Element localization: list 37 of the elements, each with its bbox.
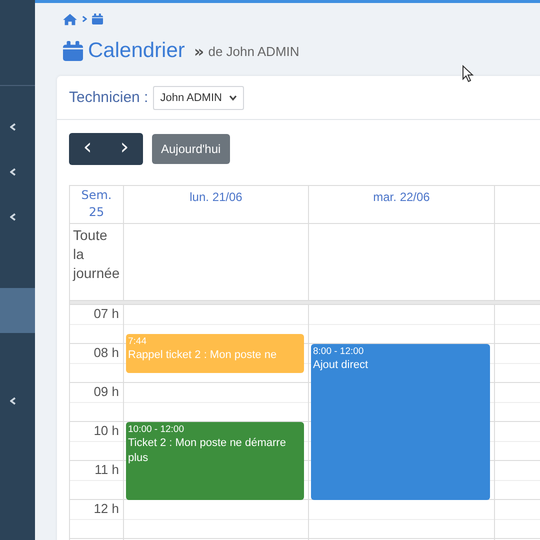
hour-label: 11 h xyxy=(94,461,119,479)
chevron-right-icon xyxy=(82,15,87,23)
technician-dropdown[interactable]: John ADMIN xyxy=(153,86,244,110)
chevron-icon[interactable] xyxy=(10,396,16,404)
hour-label: 09 h xyxy=(94,383,119,401)
calendar-icon xyxy=(63,41,83,61)
calendar-event[interactable]: 10:00 - 12:00 Ticket 2 : Mon poste ne démarre plus xyxy=(126,422,304,500)
event-title: Ajout direct xyxy=(313,358,370,373)
home-icon[interactable] xyxy=(63,12,77,26)
day-column[interactable]: 8:00 - 12:00 Ajout direct xyxy=(309,305,495,540)
hour-label: 08 h xyxy=(94,344,119,362)
day-header[interactable]: lun. 21/06 xyxy=(124,186,309,224)
page-subtitle: de John ADMIN xyxy=(208,44,300,58)
chevron-icon[interactable] xyxy=(10,168,16,176)
next-button[interactable]: › xyxy=(106,133,143,165)
calendar-icon[interactable] xyxy=(92,13,103,25)
event-time: 8:00 - 12:00 xyxy=(313,345,365,358)
chevron-icon[interactable] xyxy=(10,212,16,220)
event-time: 10:00 - 12:00 xyxy=(128,423,185,436)
week-number: Sem. 25 xyxy=(70,186,124,224)
previous-button[interactable]: ‹ xyxy=(69,133,106,165)
page-title: Calendrier xyxy=(88,39,185,63)
chevron-icon[interactable] xyxy=(10,122,16,130)
day-header[interactable]: mar. 22/06 xyxy=(309,186,495,224)
event-title: Rappel ticket 2 : Mon poste ne xyxy=(128,348,278,363)
event-time: 7:44 xyxy=(128,334,148,348)
caret-icon xyxy=(228,94,237,100)
double-chevron-text: » xyxy=(194,42,204,60)
field-label: Technicien : xyxy=(69,89,148,106)
day-column[interactable]: 7:44 Rappel ticket 2 : Mon poste ne 10:00 - 12:00 Ticket 2 : Mon poste ne démarre plus xyxy=(124,305,309,540)
hour-label: 07 h xyxy=(94,305,119,323)
event-title: Ticket 2 : Mon poste ne démarre plus xyxy=(128,436,287,466)
sidebar-item[interactable] xyxy=(0,288,35,333)
hour-label: 10 h xyxy=(94,422,119,440)
hour-label: 12 h xyxy=(94,500,119,518)
today-button[interactable]: Aujourd'hui xyxy=(152,134,230,164)
calendar-event[interactable]: 8:00 - 12:00 Ajout direct xyxy=(311,344,490,500)
